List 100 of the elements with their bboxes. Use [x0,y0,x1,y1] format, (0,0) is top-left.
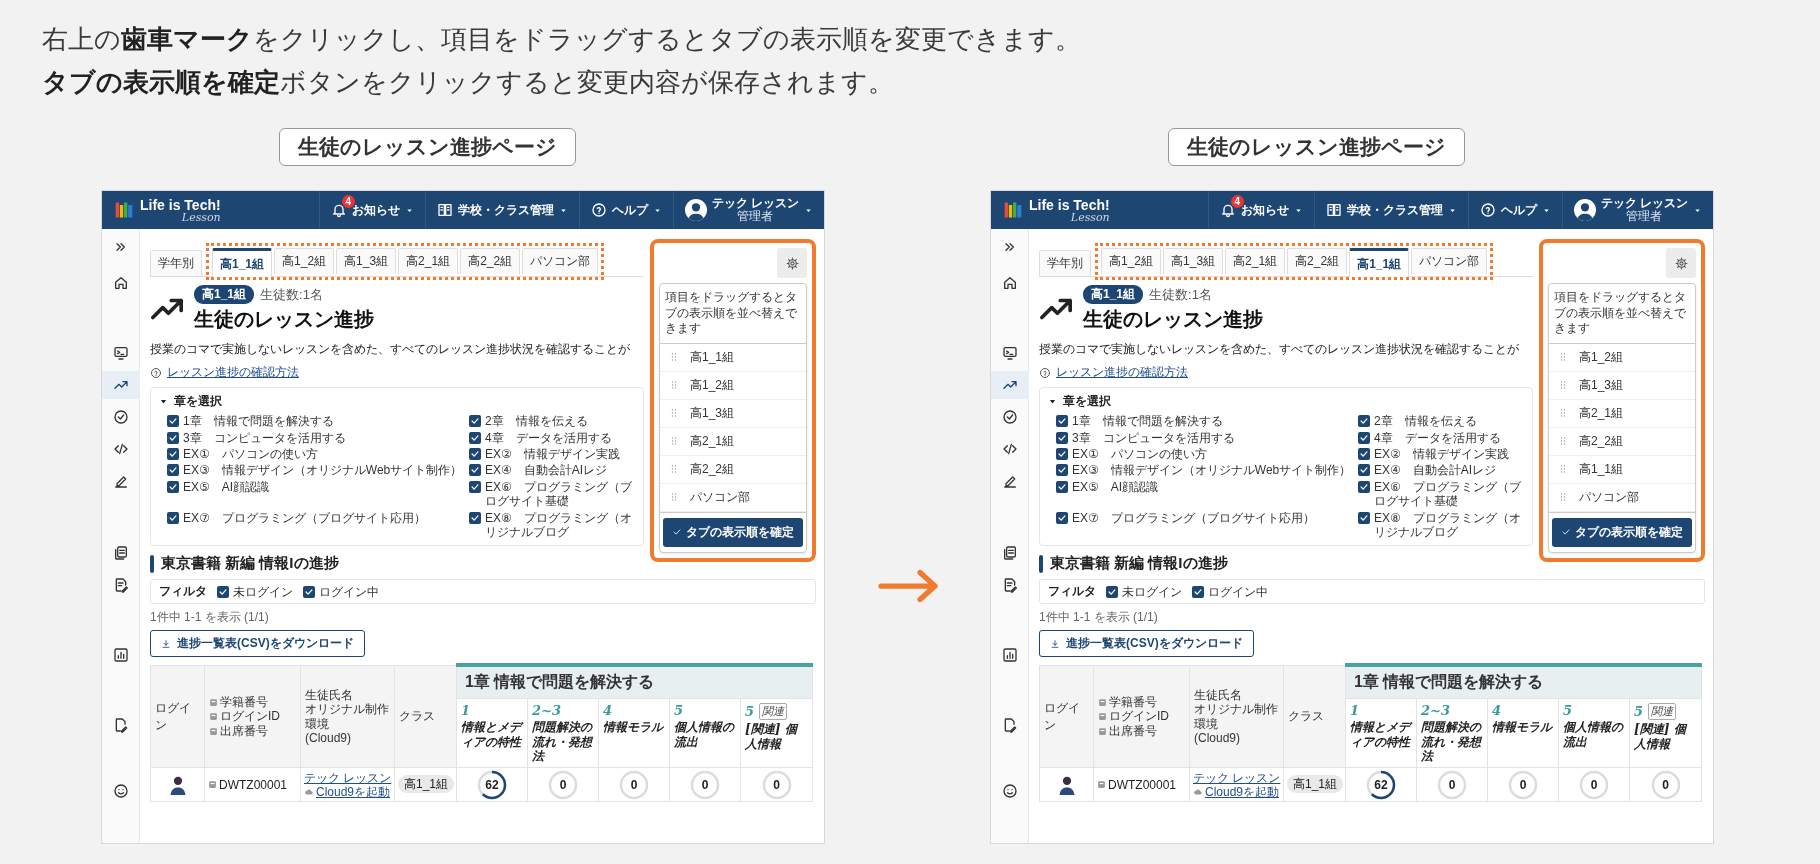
checkbox[interactable] [1056,431,1068,444]
id-card-icon [209,712,218,722]
class-badge: 高1_1組 [1083,285,1144,305]
tab[interactable]: 高1_1組 [212,248,273,278]
checkbox[interactable] [1056,415,1068,428]
tab[interactable]: 高1_2組 [274,248,335,275]
checkbox[interactable] [217,585,229,598]
draggable-item[interactable]: 高1_2組 [660,371,806,400]
checkbox-label: 4章 データを活用する [485,430,612,445]
result-count: 1件中 1-1 を表示 (1/1) [150,609,270,627]
logo-text: Life is Tech! [140,197,221,212]
tab[interactable]: 高2_1組 [398,248,459,275]
progress-value: 0 [559,779,567,791]
settings-button[interactable] [1666,248,1696,279]
checkbox[interactable] [167,480,179,493]
checkbox[interactable] [1106,585,1118,598]
tab[interactable]: 高1_1組 [1349,248,1410,278]
checkbox[interactable] [167,431,179,444]
confirm-button[interactable]: タブの表示順を確定 [1552,517,1692,547]
tab[interactable]: 高1_2組 [1101,248,1162,275]
checkbox[interactable] [167,447,179,460]
draggable-item[interactable]: 高1_3組 [660,399,806,428]
tab[interactable]: 高1_3組 [1163,248,1224,275]
chapter-select-label[interactable]: 章を選択 [174,393,222,411]
confirm-button[interactable]: タブの表示順を確定 [663,517,803,547]
checkbox[interactable] [1192,585,1204,598]
checkbox-label: EX⑥ プログラミング（ブログサイト基礎 [485,479,633,509]
cloud-icon [304,787,314,798]
logo-text: Life is Tech! [1029,197,1110,212]
checkbox[interactable] [469,464,481,477]
checkbox[interactable] [469,447,481,460]
draggable-item[interactable]: 高1_3組 [1549,371,1695,400]
tab[interactable]: 学年別 [1039,250,1091,277]
help-link[interactable]: レッスン進捗の確認方法 [167,364,299,382]
checkbox[interactable] [1358,431,1370,444]
checkbox[interactable] [469,480,481,493]
draggable-item[interactable]: 高2_1組 [660,427,806,456]
checkbox[interactable] [1056,480,1068,493]
checkbox-label: EX④ 自動会計AIレジ [485,463,608,478]
checkbox[interactable] [1056,464,1068,477]
filter-label: フィルタ [1048,583,1096,601]
draggable-item[interactable]: 高1_1組 [660,343,806,372]
header-menu[interactable]: 学校・クラス管理 [1313,191,1468,230]
gear-icon [785,256,799,270]
tab[interactable]: 高1_3組 [336,248,397,275]
checkbox[interactable] [167,464,179,477]
draggable-item[interactable]: 高2_2組 [660,455,806,484]
user-menu[interactable]: テック レッスン 管理者 [1561,191,1713,230]
draggable-item[interactable]: 高1_2組 [1549,343,1695,372]
tab[interactable]: パソコン部 [1411,248,1488,275]
checkbox[interactable] [1056,511,1068,524]
checkbox[interactable] [167,415,179,428]
page-description: 授業のコマで実施しないレッスンを含めた、すべてのレッスン進捗状況を確認することが [150,341,631,359]
draggable-item[interactable]: パソコン部 [660,483,806,512]
header-menu[interactable]: ヘルプ [1467,191,1562,230]
checkbox[interactable] [167,511,179,524]
draggable-item[interactable]: 高2_2組 [1549,427,1695,456]
checkbox[interactable] [1358,464,1370,477]
checkbox[interactable] [1358,511,1370,524]
progress-value: 0 [630,779,638,791]
student-name-link[interactable]: テック レッスン [1193,770,1280,785]
checkbox[interactable] [303,585,315,598]
checkbox-label: 3章 コンピュータを活用する [183,430,346,445]
student-name-link[interactable]: テック レッスン [304,770,391,785]
download-button[interactable]: 進捗一覧表(CSV)をダウンロード [150,630,365,658]
chapter-select-label[interactable]: 章を選択 [1063,393,1111,411]
launch-link[interactable]: Cloud9を起動 [1205,785,1280,800]
checkbox-label: 2章 情報を伝える [1374,414,1477,429]
smiley-icon [112,783,129,800]
tab[interactable]: 高2_1組 [1225,248,1286,275]
user-menu[interactable]: テック レッスン 管理者 [672,191,824,230]
tab[interactable]: 学年別 [150,250,202,277]
launch-link[interactable]: Cloud9を起動 [316,785,391,800]
tab[interactable]: パソコン部 [522,248,599,275]
draggable-item[interactable]: 高1_1組 [1549,455,1695,484]
download-button[interactable]: 進捗一覧表(CSV)をダウンロード [1039,630,1254,658]
checkbox[interactable] [469,511,481,524]
progress-value: 0 [1448,779,1456,791]
student-count: 生徒数:1名 [260,285,323,304]
result-count: 1件中 1-1 を表示 (1/1) [1039,609,1159,627]
header-label: (Cloud9) [1194,731,1242,746]
draggable-item[interactable]: 高2_1組 [1549,399,1695,428]
section-marker [150,554,154,573]
logo-subtext: Lesson [181,211,221,223]
checkbox-label: EX⑧ プログラミング（オリジナルブログ [1374,510,1522,540]
checkbox[interactable] [469,415,481,428]
tab[interactable]: 高2_2組 [460,248,521,275]
checkbox[interactable] [1358,480,1370,493]
header-menu[interactable]: 学校・クラス管理 [424,191,579,230]
help-link[interactable]: レッスン進捗の確認方法 [1056,364,1188,382]
draggable-item[interactable]: パソコン部 [1549,483,1695,512]
bell-icon [1219,202,1236,219]
tab[interactable]: 高2_2組 [1287,248,1348,275]
checkbox[interactable] [469,431,481,444]
checkbox[interactable] [1056,447,1068,460]
header-menu[interactable]: ヘルプ [578,191,673,230]
checkbox[interactable] [1358,415,1370,428]
checkbox[interactable] [1358,447,1370,460]
settings-button[interactable] [777,248,807,279]
lesson-number: 5 [1634,704,1644,720]
